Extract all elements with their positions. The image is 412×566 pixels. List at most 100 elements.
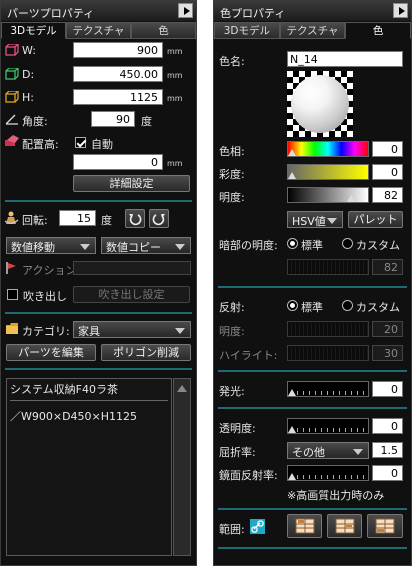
- palette-button[interactable]: パレット: [348, 211, 403, 228]
- transparency-slider[interactable]: [287, 418, 369, 434]
- reflection-standard-radio[interactable]: [287, 300, 298, 311]
- depth-label: D:: [22, 68, 35, 81]
- reduce-polygon-button[interactable]: ポリゴン削減: [101, 344, 191, 361]
- brightness-slider[interactable]: [287, 187, 369, 203]
- brightness-slider-thumb[interactable]: [347, 195, 356, 202]
- dark-standard-radio[interactable]: [287, 238, 298, 249]
- info-scrollbar[interactable]: [173, 378, 191, 556]
- rotation-label: 回転:: [22, 214, 48, 227]
- dark-custom-radio[interactable]: [342, 238, 353, 249]
- balloon-label: 吹き出し: [23, 290, 67, 303]
- reflection-brightness-input[interactable]: 20: [372, 321, 403, 337]
- emission-input[interactable]: 0: [372, 381, 403, 397]
- height-unit: mm: [167, 94, 183, 103]
- saturation-slider[interactable]: [287, 164, 369, 180]
- divider: [5, 368, 192, 370]
- divider: [218, 547, 407, 549]
- dark-brightness-input[interactable]: 82: [372, 259, 403, 275]
- width-input[interactable]: 900: [73, 42, 163, 58]
- tab-bar: 3Dモデル テクスチャ 色: [214, 22, 412, 39]
- parts-property-panel: パーツプロパティ 3Dモデル テクスチャ 色 W: 900 mm D: 450.…: [0, 0, 197, 566]
- emission-label: 発光:: [219, 385, 245, 398]
- category-select[interactable]: 家具: [73, 321, 191, 338]
- saturation-slider-thumb[interactable]: [288, 172, 296, 179]
- elevation-label: 配置高:: [22, 138, 59, 151]
- rotate-left-button[interactable]: [125, 209, 145, 228]
- numeric-move-select[interactable]: 数値移動: [6, 237, 96, 254]
- saturation-input[interactable]: 0: [372, 164, 403, 180]
- brightness-input[interactable]: 82: [372, 187, 403, 203]
- tab-3d-model[interactable]: 3Dモデル: [214, 22, 280, 39]
- reflection-brightness-slider[interactable]: [287, 321, 369, 337]
- angle-unit: 度: [141, 115, 152, 128]
- depth-input[interactable]: 450.00: [73, 66, 163, 82]
- color-name-input[interactable]: N_14: [287, 51, 403, 67]
- brightness-label: 明度:: [219, 191, 245, 204]
- transparency-slider-thumb[interactable]: [288, 426, 296, 433]
- scroll-up-icon[interactable]: [177, 385, 187, 392]
- tab-color[interactable]: 色: [131, 22, 196, 39]
- rotation-input[interactable]: 15: [59, 210, 96, 226]
- rotation-person-icon: [4, 211, 19, 224]
- mirror-reflectance-slider-thumb[interactable]: [288, 473, 296, 480]
- edit-parts-button[interactable]: パーツを編集: [6, 344, 96, 361]
- reflection-brightness-label: 明度:: [219, 325, 245, 338]
- depth-unit: mm: [167, 71, 183, 80]
- elevation-input[interactable]: 0: [73, 154, 163, 170]
- link-icon[interactable]: [250, 519, 265, 534]
- width-label: W:: [22, 44, 36, 57]
- balloon-checkbox[interactable]: [7, 289, 18, 300]
- tab-3d-model[interactable]: 3Dモデル: [1, 22, 66, 39]
- highlight-input[interactable]: 30: [372, 345, 403, 361]
- range-all-button[interactable]: [367, 514, 403, 538]
- reflection-label: 反射:: [219, 301, 245, 314]
- rotate-right-button[interactable]: [149, 209, 169, 228]
- tab-texture[interactable]: テクスチャ: [66, 22, 131, 39]
- part-name-text: システム収納F40ラ茶: [10, 381, 168, 401]
- tab-color[interactable]: 色: [345, 22, 412, 39]
- mirror-reflectance-slider[interactable]: [287, 465, 369, 481]
- tab-texture[interactable]: テクスチャ: [279, 22, 346, 39]
- reflection-custom-label: カスタム: [356, 301, 400, 314]
- action-flag-icon: [6, 262, 16, 274]
- collapse-arrow-icon[interactable]: [178, 3, 193, 18]
- refraction-input[interactable]: 1.5: [372, 442, 403, 458]
- hue-slider[interactable]: [287, 141, 369, 157]
- numeric-copy-select[interactable]: 数値コピー: [101, 237, 191, 254]
- dark-brightness-slider[interactable]: [287, 259, 369, 275]
- color-preview: [287, 71, 353, 137]
- angle-input[interactable]: 90: [91, 111, 135, 127]
- hue-input[interactable]: 0: [372, 141, 403, 157]
- elevation-icon: [5, 135, 19, 146]
- mirror-reflectance-input[interactable]: 0: [372, 465, 403, 481]
- divider: [218, 370, 407, 372]
- range-group-button[interactable]: [327, 514, 362, 538]
- auto-checkbox[interactable]: [75, 137, 86, 148]
- divider: [5, 200, 192, 202]
- divider: [218, 508, 407, 510]
- balloon-settings-button[interactable]: 吹き出し設定: [73, 286, 190, 303]
- collapse-arrow-icon[interactable]: [393, 3, 408, 18]
- transparency-input[interactable]: 0: [372, 418, 403, 434]
- emission-slider[interactable]: [287, 381, 369, 397]
- width-unit: mm: [167, 47, 183, 56]
- depth-cube-icon: [5, 68, 19, 80]
- hsv-select[interactable]: HSV値: [287, 211, 343, 228]
- reflection-custom-radio[interactable]: [342, 300, 353, 311]
- highlight-slider[interactable]: [287, 345, 369, 361]
- refraction-select[interactable]: その他: [287, 442, 369, 459]
- range-part-button[interactable]: [287, 514, 322, 538]
- reflection-standard-label: 標準: [301, 301, 323, 314]
- elevation-unit: mm: [167, 159, 183, 168]
- action-select[interactable]: [73, 261, 191, 275]
- height-input[interactable]: 1125: [73, 89, 163, 105]
- slider-ticks: [291, 475, 365, 479]
- part-info-box: システム収納F40ラ茶 ／W900×D450×H1125: [6, 378, 172, 556]
- divider: [218, 286, 407, 288]
- detail-settings-button[interactable]: 詳細設定: [73, 175, 190, 192]
- emission-slider-thumb[interactable]: [288, 389, 296, 396]
- action-label: アクション:: [22, 264, 81, 277]
- hue-slider-thumb[interactable]: [288, 149, 296, 156]
- category-label: カテゴリ:: [22, 325, 70, 338]
- angle-icon: [5, 114, 18, 125]
